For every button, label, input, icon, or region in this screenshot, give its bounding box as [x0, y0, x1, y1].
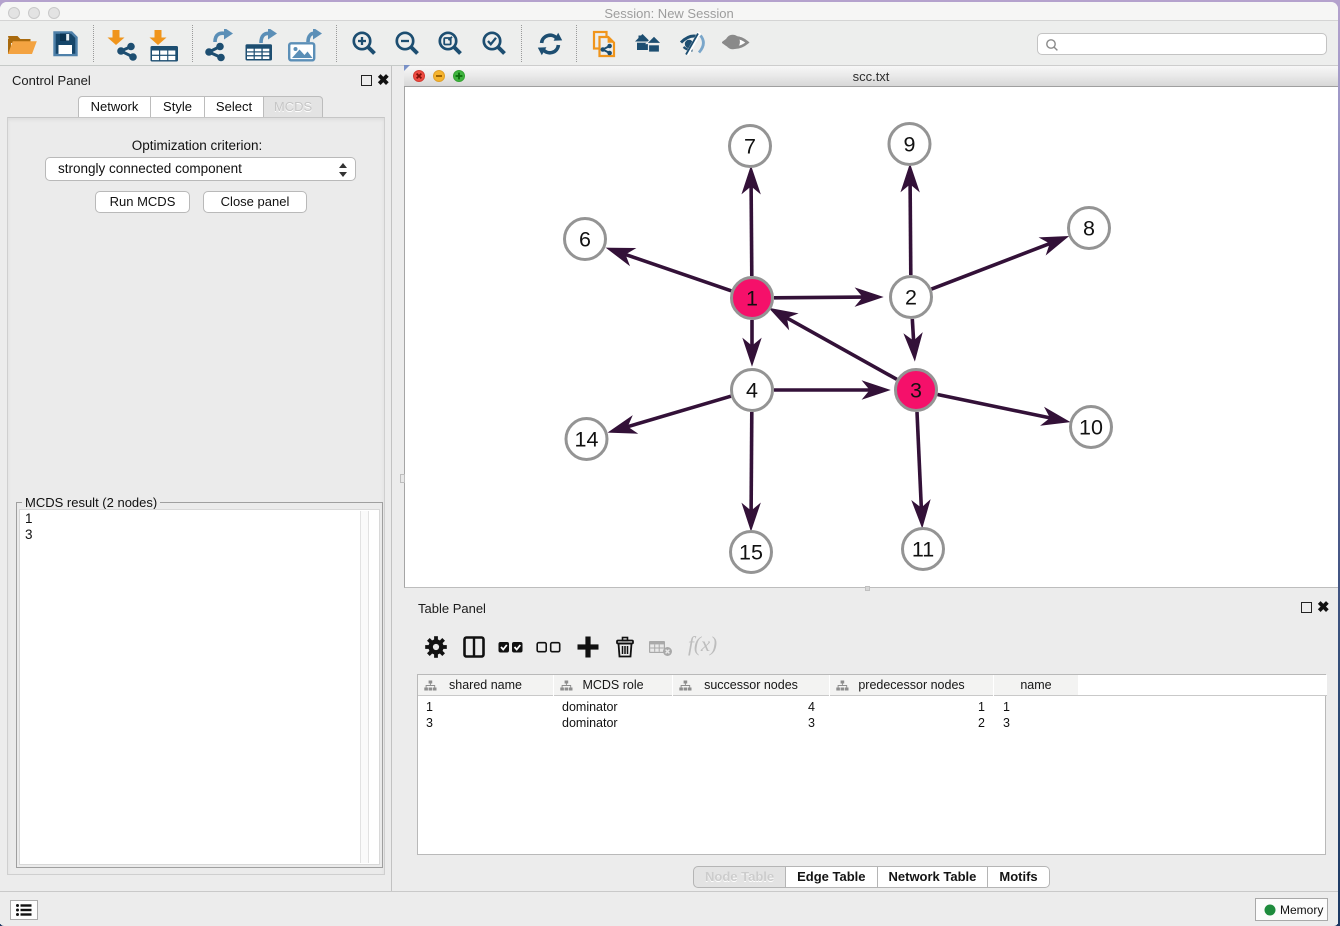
svg-text:4: 4: [746, 379, 758, 403]
svg-text:6: 6: [579, 228, 591, 252]
svg-text:15: 15: [739, 541, 763, 565]
svg-text:11: 11: [912, 538, 934, 562]
svg-text:9: 9: [904, 133, 916, 157]
svg-text:7: 7: [744, 135, 756, 159]
svg-text:1: 1: [746, 287, 758, 311]
svg-text:14: 14: [575, 428, 599, 452]
svg-text:8: 8: [1083, 217, 1095, 241]
svg-text:3: 3: [910, 379, 922, 403]
svg-text:2: 2: [905, 286, 917, 310]
svg-text:10: 10: [1079, 416, 1103, 440]
